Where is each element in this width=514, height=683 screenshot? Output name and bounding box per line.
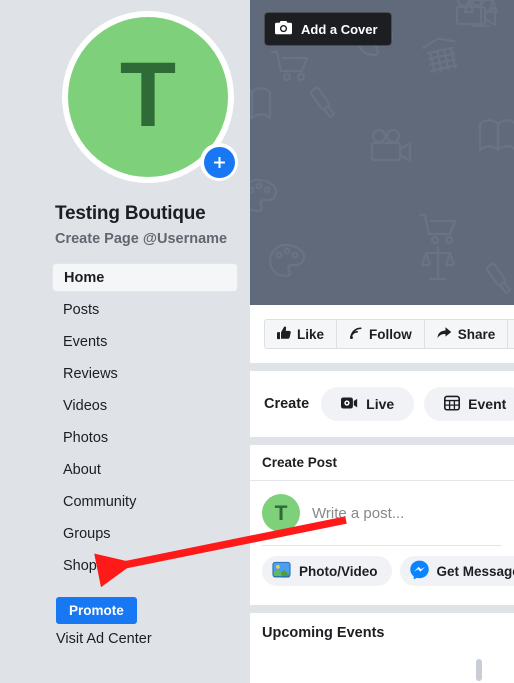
create-post-card: Create Post T Write a post... Photo/Vide… [250,445,514,605]
get-messages-label: Get Messages [436,563,514,579]
write-post-input[interactable]: Write a post... [312,505,404,522]
camera-icon [275,20,292,38]
sidebar-item-about[interactable]: About [52,456,238,484]
sidebar-item-label: Reviews [63,366,118,382]
composer-actions: Photo/Video Get Messages [250,546,514,586]
sidebar-item-shop[interactable]: Shop [52,552,238,580]
like-label: Like [297,326,325,342]
sidebar-item-label: Photos [63,430,109,446]
promote-button[interactable]: Promote [56,597,137,624]
more-options-button[interactable] [508,319,514,349]
upcoming-events-card: Upcoming Events [250,613,514,683]
sidebar-item-videos[interactable]: Videos [52,392,238,420]
sidebar-item-label: Shop [63,558,97,574]
composer-row[interactable]: T Write a post... [250,481,514,532]
add-profile-photo-button[interactable] [200,143,238,181]
create-username-link[interactable]: Create Page @Username [55,231,227,247]
sidebar-nav: Home Posts Events Reviews Videos Photos … [52,263,238,584]
sidebar-item-label: Videos [63,398,108,414]
sidebar-item-label: Home [64,269,105,286]
scrollbar-thumb[interactable] [476,659,482,681]
like-button[interactable]: Like [264,319,338,349]
calendar-icon [444,395,461,414]
sidebar-item-photos[interactable]: Photos [52,424,238,452]
avatar-letter: T [119,44,177,146]
share-button[interactable]: Share [424,319,509,349]
share-label: Share [457,326,496,342]
thumbs-up-icon [277,325,291,343]
get-messages-button[interactable]: Get Messages [399,556,514,586]
create-post-header: Create Post [250,445,514,481]
create-live-label: Live [366,396,395,412]
visit-ad-center-link[interactable]: Visit Ad Center [56,631,152,647]
cover-photo[interactable]: Add a Cover [250,0,514,305]
page-title: Testing Boutique [55,203,206,224]
sidebar-item-home[interactable]: Home [52,263,238,292]
create-live-button[interactable]: Live [321,387,415,421]
photo-video-button[interactable]: Photo/Video [262,556,392,586]
rss-follow-icon [349,326,363,343]
sidebar-item-community[interactable]: Community [52,488,238,516]
sidebar-item-label: Groups [63,526,111,542]
sidebar-item-label: Posts [63,302,100,318]
left-sidebar-column: T Testing Boutique Create Page @Username… [0,0,250,683]
create-event-button[interactable]: Event [424,387,514,421]
share-arrow-icon [437,326,452,343]
sidebar-item-posts[interactable]: Posts [52,296,238,324]
create-label: Create [264,396,310,412]
plus-icon [203,146,235,178]
sidebar-item-label: Community [63,494,137,510]
composer-avatar-letter: T [274,501,288,525]
upcoming-events-title: Upcoming Events [262,625,385,641]
composer-avatar: T [262,494,300,532]
main-content-column: Add a Cover Like Follow Share Create Liv… [250,0,514,683]
create-event-label: Event [468,396,507,412]
add-cover-label: Add a Cover [301,21,378,37]
follow-label: Follow [369,326,412,342]
page-avatar[interactable]: T [62,11,238,183]
sidebar-item-reviews[interactable]: Reviews [52,360,238,388]
page-action-buttons: Like Follow Share [250,305,514,363]
follow-button[interactable]: Follow [337,319,425,349]
messenger-icon [409,560,429,582]
photo-video-icon [272,560,291,582]
video-camera-icon [341,396,358,413]
sidebar-item-groups[interactable]: Groups [52,520,238,548]
add-cover-button[interactable]: Add a Cover [264,12,392,46]
photo-video-label: Photo/Video [299,563,378,579]
sidebar-item-events[interactable]: Events [52,328,238,356]
sidebar-item-label: About [63,462,101,478]
create-row: Create Live Event [250,371,514,437]
sidebar-item-label: Events [63,334,108,350]
